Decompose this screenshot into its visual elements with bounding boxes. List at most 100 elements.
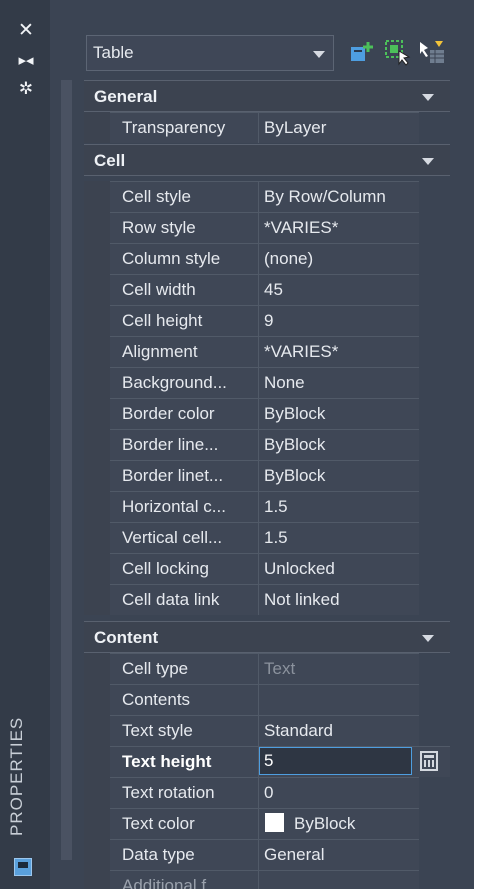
property-row-border-linetype[interactable]: Border linet... ByBlock [84,460,450,491]
property-name: Additional f... [110,870,259,889]
row-indent [84,522,110,553]
property-row-cell-height[interactable]: Cell height 9 [84,305,450,336]
property-value-text: ByBlock [294,814,356,833]
property-row-row-style[interactable]: Row style *VARIES* [84,212,450,243]
property-row-alignment[interactable]: Alignment *VARIES* [84,336,450,367]
property-name: Text style [110,715,259,746]
property-row-text-style[interactable]: Text style Standard [84,715,450,746]
property-value[interactable]: 0 [259,777,419,808]
property-name: Background... [110,367,259,398]
section-title: General [94,87,158,106]
property-row-transparency[interactable]: Transparency ByLayer [84,112,450,143]
property-name: Horizontal c... [110,491,259,522]
property-value[interactable]: General [259,839,419,870]
row-indent [84,715,110,746]
property-row-cell-locking[interactable]: Cell locking Unlocked [84,553,450,584]
property-name: Text color [110,808,259,839]
section-general-header[interactable]: General [84,80,450,112]
property-value[interactable]: By Row/Column [259,181,419,212]
vertical-scrollbar[interactable] [456,80,466,860]
chevron-down-icon [422,635,434,642]
row-indent [84,491,110,522]
property-value[interactable] [259,870,419,889]
property-name: Text height [110,746,259,777]
property-name: Transparency [110,112,259,143]
close-icon[interactable]: ✕ [14,18,38,44]
property-value[interactable]: ByBlock [259,460,419,491]
property-value[interactable]: ByBlock [259,429,419,460]
text-height-input[interactable]: 5 [259,747,412,775]
quick-select-icon[interactable] [418,38,446,66]
property-value[interactable]: 1.5 [259,522,419,553]
property-name: Text rotation [110,777,259,808]
property-value[interactable]: Unlocked [259,553,419,584]
row-indent [84,274,110,305]
property-value[interactable]: None [259,367,419,398]
row-indent [84,839,110,870]
property-value[interactable]: Standard [259,715,419,746]
palette-title-strip: ✕ ▸◂ ✲ PROPERTIES [0,0,50,889]
row-indent [84,398,110,429]
property-name: Border color [110,398,259,429]
property-row-border-lineweight[interactable]: Border line... ByBlock [84,429,450,460]
property-row-cell-type[interactable]: Cell type Text [84,653,450,684]
row-indent [84,212,110,243]
row-indent [84,429,110,460]
toggle-pickadd-icon[interactable] [348,38,376,66]
property-value: Text [259,653,419,684]
row-indent [84,684,110,715]
settings-icon[interactable]: ✲ [14,76,38,102]
palette-title-label: PROPERTIES [7,716,26,836]
auto-hide-icon[interactable]: ▸◂ [14,48,38,74]
property-name: Alignment [110,336,259,367]
properties-palette: ✕ ▸◂ ✲ PROPERTIES Table General Transpar… [0,0,474,889]
section-cell-header[interactable]: Cell [84,144,450,176]
property-value[interactable]: Not linked [259,584,419,615]
property-value[interactable]: ByBlock [259,808,419,839]
property-name: Cell width [110,274,259,305]
property-value[interactable]: (none) [259,243,419,274]
row-indent [84,243,110,274]
section-title: Cell [94,151,126,170]
row-indent [84,584,110,615]
property-name: Border line... [110,429,259,460]
property-name: Cell height [110,305,259,336]
properties-palette-icon [14,858,32,876]
chevron-down-icon [422,94,434,101]
object-type-dropdown[interactable]: Table [86,35,334,71]
property-value[interactable]: *VARIES* [259,212,419,243]
property-row-border-color[interactable]: Border color ByBlock [84,398,450,429]
select-objects-icon[interactable] [383,38,411,66]
property-row-vertical-margin[interactable]: Vertical cell... 1.5 [84,522,450,553]
property-name: Vertical cell... [110,522,259,553]
property-value[interactable]: 1.5 [259,491,419,522]
property-row-cell-data-link[interactable]: Cell data link Not linked [84,584,450,615]
property-value[interactable]: ByLayer [259,112,419,143]
property-row-additional-format[interactable]: Additional f... [84,870,450,889]
property-row-cell-width[interactable]: Cell width 45 [84,274,450,305]
property-value[interactable]: 45 [259,274,419,305]
property-row-data-type[interactable]: Data type General [84,839,450,870]
property-name: Data type [110,839,259,870]
property-value[interactable]: 9 [259,305,419,336]
row-indent [84,746,110,777]
property-value[interactable]: *VARIES* [259,336,419,367]
property-name: Cell type [110,653,259,684]
property-name: Cell data link [110,584,259,615]
property-row-text-rotation[interactable]: Text rotation 0 [84,777,450,808]
property-row-text-color[interactable]: Text color ByBlock [84,808,450,839]
property-row-background-fill[interactable]: Background... None [84,367,450,398]
property-row-text-height[interactable]: Text height 5 [84,746,450,777]
property-value[interactable] [259,684,419,715]
property-row-contents[interactable]: Contents [84,684,450,715]
section-content-header[interactable]: Content [84,621,450,653]
section-title: Content [94,628,159,647]
property-row-horizontal-margin[interactable]: Horizontal c... 1.5 [84,491,450,522]
row-indent [84,460,110,491]
property-value[interactable]: ByBlock [259,398,419,429]
row-indent [84,112,110,143]
property-row-cell-style[interactable]: Cell style By Row/Column [84,181,450,212]
calculator-icon[interactable] [420,751,438,771]
property-row-column-style[interactable]: Column style (none) [84,243,450,274]
property-name: Cell style [110,181,259,212]
